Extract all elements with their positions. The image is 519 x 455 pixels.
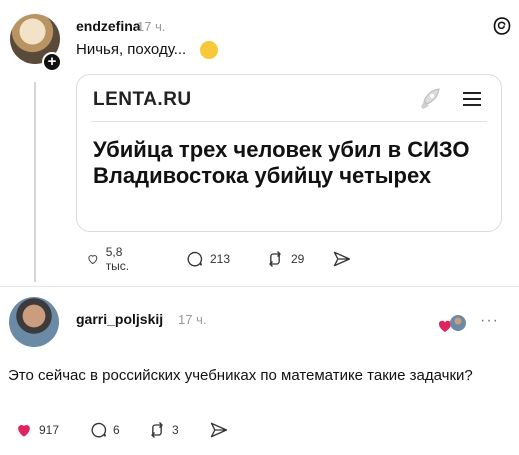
repost-button[interactable]: 3 [147, 420, 179, 440]
comment-icon [91, 422, 107, 438]
post2-text: Это сейчас в российских учебниках по мат… [8, 367, 473, 384]
post2-username[interactable]: garri_poljskij [76, 311, 163, 327]
avatar-garri-poljskij[interactable] [9, 297, 59, 347]
post2-time: 17 ч. [178, 312, 207, 327]
heart-filled-icon [18, 425, 30, 437]
repost-button[interactable]: 29 [265, 249, 304, 269]
share-button[interactable] [332, 249, 352, 269]
thinking-face-icon [200, 41, 218, 59]
replies-count: 213 [210, 252, 231, 266]
like-button[interactable]: 917 [14, 420, 59, 440]
site-logo: LENTA.RU [93, 89, 192, 110]
card-headline: Убийца трех человек убил в СИЗО Владивос… [93, 137, 470, 188]
likes-count: 917 [39, 423, 60, 437]
link-card[interactable]: LENTA.RU Убийца трех человек убил в СИЗО… [76, 74, 502, 232]
post1-username[interactable]: endzefina [76, 18, 141, 34]
threads-logo-icon[interactable] [492, 16, 512, 36]
rocket-icon [421, 88, 440, 109]
more-options-icon[interactable]: ··· [480, 312, 499, 330]
heart-icon [88, 255, 98, 265]
share-button[interactable] [209, 420, 229, 440]
post1-time: 17 ч. [137, 19, 166, 34]
reply-button[interactable]: 213 [184, 249, 230, 269]
reposts-count: 29 [291, 252, 305, 266]
liked-by-author-icon [438, 315, 466, 332]
send-icon [210, 422, 228, 438]
follow-plus-icon[interactable]: + [42, 52, 62, 72]
card-divider [91, 121, 487, 122]
post1-text: Ничья, походу... [76, 41, 187, 58]
repost-icon [269, 251, 281, 267]
replies-count: 6 [113, 423, 120, 437]
menu-icon[interactable] [463, 92, 481, 106]
send-icon [333, 251, 351, 267]
reply-button[interactable]: 6 [88, 420, 120, 440]
comment-icon [187, 251, 203, 267]
thread-line [34, 82, 36, 282]
repost-icon [151, 422, 163, 438]
like-button[interactable]: 5,8 тыс. [86, 245, 135, 273]
likes-count: 5,8 тыс. [105, 245, 130, 273]
post-separator [0, 286, 519, 287]
reposts-count: 3 [172, 423, 179, 437]
